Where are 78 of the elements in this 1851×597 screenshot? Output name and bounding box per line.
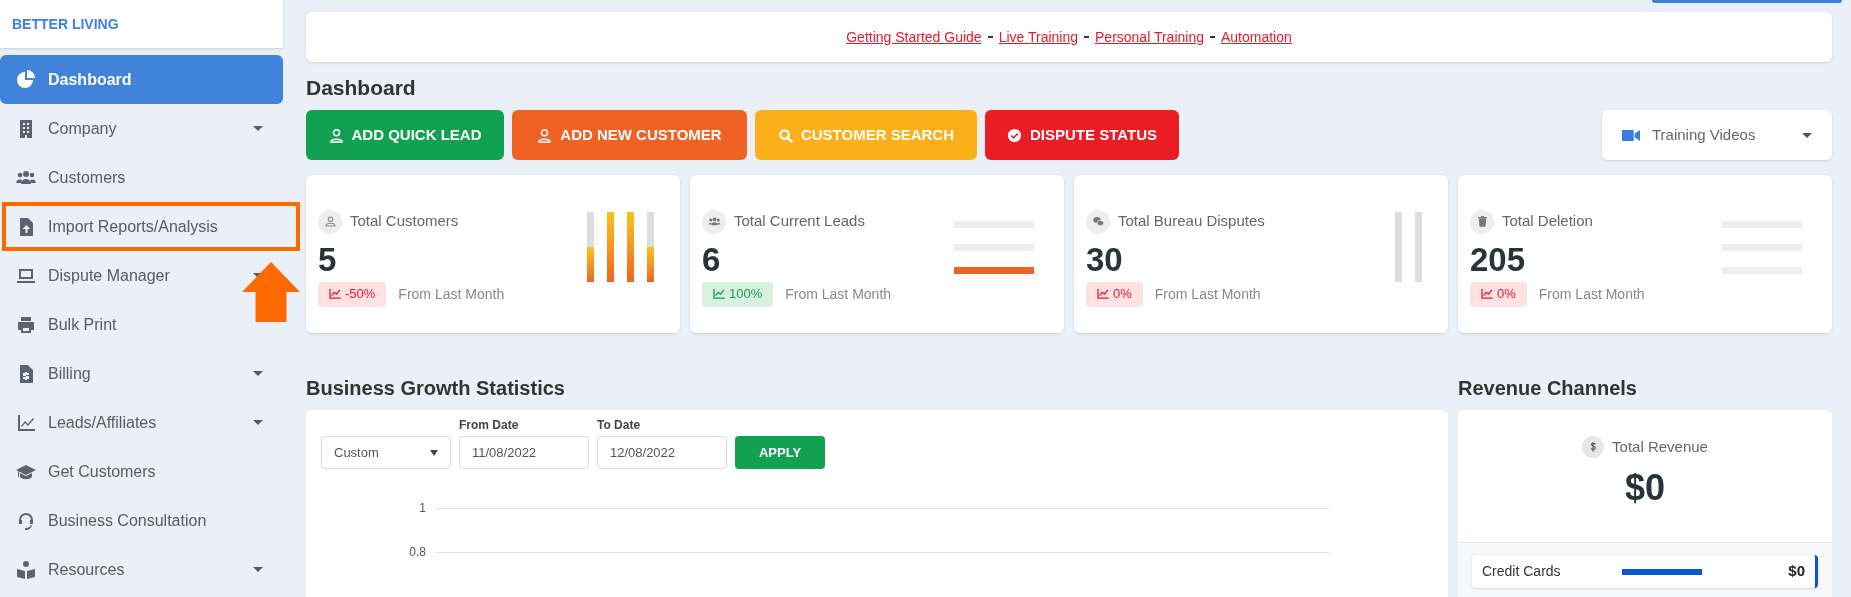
stat-title: Total Customers — [350, 211, 459, 232]
stat-note: From Last Month — [398, 284, 505, 304]
sidebar-item[interactable]: Customers — [0, 153, 283, 202]
stat-value: 205 — [1470, 239, 1527, 280]
trend-icon — [1481, 289, 1493, 299]
stat-note: From Last Month — [1538, 284, 1645, 304]
video-camera-icon — [1622, 128, 1640, 142]
stat-title: Total Bureau Disputes — [1118, 211, 1265, 232]
person-icon — [328, 127, 344, 143]
sidebar-item[interactable]: Import Reports/Analysis — [0, 202, 283, 251]
mini-bar-chart — [587, 212, 654, 282]
menu-icon — [16, 559, 36, 580]
action-button[interactable]: ADD NEW CUSTOMER — [512, 110, 747, 160]
from-date-field[interactable]: 11/08/2022 — [459, 436, 589, 469]
check-circle-icon — [1007, 127, 1022, 143]
sidebar-item[interactable]: Company — [0, 104, 283, 153]
training-videos-dropdown[interactable]: Training Videos — [1602, 110, 1832, 160]
stat-title: Total Current Leads — [734, 211, 865, 232]
sidebar-item[interactable]: Get Customers — [0, 447, 283, 496]
channel-value: $0 — [1787, 561, 1805, 582]
section-heading: Revenue Channels — [1458, 376, 1638, 398]
stat-title: Total Deletion — [1502, 211, 1593, 232]
caret-icon — [253, 420, 263, 425]
stat-value: 6 — [702, 239, 722, 280]
revenue-label: Total Revenue — [1612, 437, 1708, 457]
stat-icon — [1470, 209, 1494, 234]
axis-tick-label: 0.8 — [408, 544, 426, 561]
section-heading: Business Growth Statistics — [306, 376, 566, 398]
sidebar-item[interactable]: Resources — [0, 545, 283, 594]
trend-icon — [713, 289, 725, 299]
trend-icon — [329, 289, 341, 299]
arrow-icon — [242, 262, 300, 322]
person-icon — [537, 127, 553, 143]
change-badge: 0% — [1086, 281, 1143, 307]
stat-icon — [1086, 209, 1110, 234]
sidebar-item[interactable]: Leads/Affiliates — [0, 398, 283, 447]
sidebar-item[interactable]: Business Consultation — [0, 496, 283, 545]
page-heading: Dashboard — [306, 76, 417, 100]
change-badge: -50% — [318, 281, 387, 307]
axis-tick-label: 1 — [418, 500, 426, 517]
action-button[interactable]: DISPUTE STATUS — [985, 110, 1179, 160]
trend-icon — [1097, 289, 1109, 299]
stat-icon — [318, 209, 342, 234]
guide-link[interactable]: Automation — [1220, 26, 1292, 48]
guide-link[interactable]: Personal Training — [1095, 26, 1204, 48]
caret-icon — [253, 567, 263, 572]
guide-link[interactable]: Getting Started Guide — [846, 26, 982, 48]
stat-value: 5 — [318, 239, 338, 280]
to-date-field[interactable]: 12/08/2022 — [597, 436, 727, 469]
channel-name: Credit Cards — [1482, 562, 1562, 581]
dollar-icon — [1582, 436, 1605, 459]
menu-icon — [16, 69, 36, 90]
revenue-total: $0 — [1624, 465, 1665, 510]
change-badge: 0% — [1470, 281, 1527, 307]
field-label: To Date — [597, 417, 642, 434]
guide-link[interactable]: Live Training — [998, 26, 1078, 48]
search-icon — [777, 127, 793, 143]
sidebar-item[interactable]: Billing — [0, 349, 283, 398]
caret-icon — [430, 449, 438, 456]
menu-icon — [16, 510, 36, 531]
caret-icon — [253, 371, 263, 376]
mini-bar-chart — [1395, 212, 1422, 282]
sidebar-item[interactable]: Dashboard — [0, 55, 283, 104]
stat-icon — [702, 209, 726, 234]
brand-name: BETTER LIVING — [12, 14, 119, 34]
stat-note: From Last Month — [1154, 284, 1261, 304]
stat-note: From Last Month — [785, 284, 892, 304]
caret-icon — [253, 126, 263, 131]
field-label: From Date — [459, 417, 520, 434]
apply-button[interactable]: APPLY — [735, 436, 825, 469]
caret-icon — [1802, 132, 1812, 138]
stat-value: 30 — [1086, 239, 1124, 280]
menu-icon — [16, 412, 36, 433]
range-select[interactable]: Custom — [321, 436, 451, 469]
action-button[interactable]: ADD QUICK LEAD — [306, 110, 504, 160]
sidebar-item[interactable]: Bulk Print — [0, 300, 283, 349]
change-badge: 100% — [702, 281, 774, 307]
menu-icon — [16, 314, 36, 335]
